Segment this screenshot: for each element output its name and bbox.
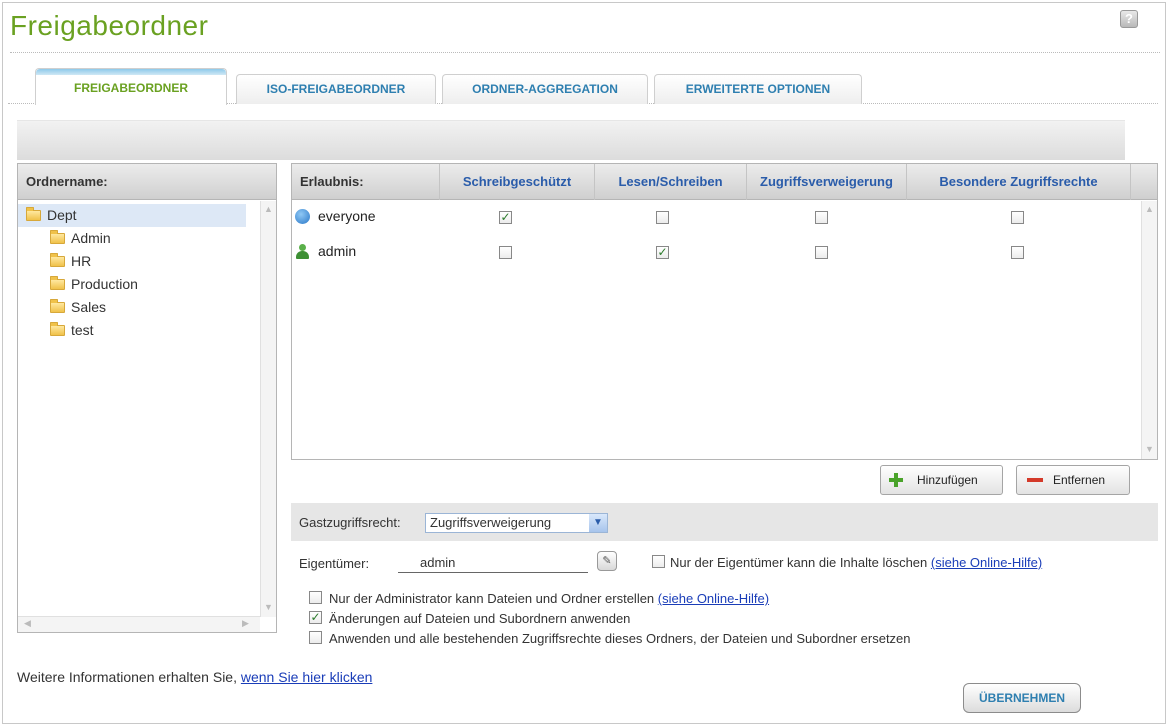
tree-item-sales[interactable]: Sales <box>18 296 276 319</box>
online-help-link[interactable]: (siehe Online-Hilfe) <box>931 555 1042 570</box>
scroll-left-icon[interactable]: ◀ <box>22 618 33 630</box>
permissions-vertical-scrollbar[interactable]: ▲ ▼ <box>1141 201 1157 459</box>
tree-item-label: Dept <box>47 207 77 223</box>
apply-to-subfolders-label: Änderungen auf Dateien und Subordnern an… <box>329 611 631 626</box>
tab-erweiterte-optionen[interactable]: ERWEITERTE OPTIONEN <box>654 74 862 104</box>
guest-access-row <box>291 503 1158 541</box>
folder-icon <box>50 276 65 290</box>
tree-item-admin[interactable]: Admin <box>18 227 276 250</box>
page-title: Freigabeordner <box>10 10 209 41</box>
permission-row-everyone: everyone ✓ <box>292 201 1132 235</box>
more-info-label: Weitere Informationen erhalten Sie, <box>17 669 237 685</box>
folder-vertical-scrollbar[interactable]: ▲ ▼ <box>260 201 276 617</box>
folder-icon <box>50 230 65 244</box>
title-divider <box>10 52 1160 53</box>
help-icon[interactable]: ? <box>1120 10 1138 28</box>
scroll-right-icon[interactable]: ▶ <box>240 618 251 630</box>
add-button-label: Hinzufügen <box>917 473 978 487</box>
replace-permissions-label: Anwenden und alle bestehenden Zugriffsre… <box>329 631 911 646</box>
permissions-header: Erlaubnis: Schreibgeschützt Lesen/Schrei… <box>292 164 1157 200</box>
only-owner-delete-text: Nur der Eigentümer kann die Inhalte lösc… <box>670 555 1042 570</box>
scroll-down-icon[interactable]: ▼ <box>1144 444 1155 456</box>
folder-icon <box>50 253 65 267</box>
permission-row-admin: admin ✓ <box>292 236 1132 270</box>
toolbar-band <box>17 120 1125 160</box>
folder-panel: Ordnername: Dept Admin HR Production Sal… <box>17 163 277 633</box>
scroll-up-icon[interactable]: ▲ <box>263 204 274 216</box>
remove-button[interactable]: Entfernen <box>1016 465 1130 495</box>
checkbox-everyone-deny[interactable] <box>815 211 828 224</box>
tree-item-production[interactable]: Production <box>18 273 276 296</box>
scroll-up-icon[interactable]: ▲ <box>1144 204 1155 216</box>
minus-icon <box>1027 478 1043 482</box>
folder-panel-header: Ordnername: <box>18 164 276 200</box>
only-owner-delete-label: Nur der Eigentümer kann die Inhalte lösc… <box>670 555 928 570</box>
tab-label: ERWEITERTE OPTIONEN <box>685 82 831 96</box>
tree-item-label: Admin <box>71 230 111 246</box>
folder-icon <box>50 322 65 336</box>
user-name: admin <box>318 243 357 259</box>
checkbox-admin-only-create[interactable] <box>309 591 322 604</box>
apply-button[interactable]: ÜBERNEHMEN <box>963 683 1081 713</box>
owner-value: admin <box>420 555 456 570</box>
tree-item-label: HR <box>71 253 92 269</box>
checkbox-admin-read-only[interactable] <box>499 246 512 259</box>
tree-item-test[interactable]: test <box>18 319 276 342</box>
tab-bar: FREIGABEORDNER ISO-FREIGABEORDNER ORDNER… <box>8 68 1158 105</box>
owner-label: Eigentümer: <box>299 556 370 571</box>
tab-freigabeordner[interactable]: FREIGABEORDNER <box>35 68 227 105</box>
folder-horizontal-scrollbar[interactable]: ◀ ▶ <box>18 616 260 632</box>
column-header-read-only: Schreibgeschützt <box>440 164 595 200</box>
checkbox-admin-deny[interactable] <box>815 246 828 259</box>
tree-item-label: test <box>71 322 94 338</box>
tab-label: ORDNER-AGGREGATION <box>472 82 618 96</box>
scroll-down-icon[interactable]: ▼ <box>263 602 274 614</box>
more-info-link[interactable]: wenn Sie hier klicken <box>241 669 373 685</box>
remove-button-label: Entfernen <box>1053 473 1106 487</box>
checkbox-apply-to-subfolders[interactable]: ✓ <box>309 611 322 624</box>
checkbox-everyone-special[interactable] <box>1011 211 1024 224</box>
guest-access-value: Zugriffsverweigerung <box>430 515 552 530</box>
add-button[interactable]: Hinzufügen <box>880 465 1003 495</box>
checkbox-everyone-read-only[interactable]: ✓ <box>499 211 512 224</box>
owner-field[interactable]: admin <box>398 553 588 573</box>
column-header-permission: Erlaubnis: <box>292 164 440 200</box>
group-icon <box>295 209 310 224</box>
guest-access-label: Gastzugriffsrecht: <box>299 515 401 530</box>
column-header-read-write: Lesen/Schreiben <box>595 164 747 200</box>
column-header-deny-access: Zugriffsverweigerung <box>747 164 907 200</box>
tab-iso-freigabeordner[interactable]: ISO-FREIGABEORDNER <box>236 74 436 104</box>
online-help-link[interactable]: (siehe Online-Hilfe) <box>658 591 769 606</box>
admin-only-create-label: Nur der Administrator kann Dateien und O… <box>329 591 655 606</box>
tree-item-label: Sales <box>71 299 107 315</box>
edit-icon[interactable]: ✎ <box>597 551 617 571</box>
checkbox-replace-permissions[interactable] <box>309 631 322 644</box>
admin-only-create-text: Nur der Administrator kann Dateien und O… <box>329 591 769 606</box>
folder-open-icon <box>26 207 41 221</box>
permissions-table: Erlaubnis: Schreibgeschützt Lesen/Schrei… <box>291 163 1158 460</box>
tab-label: ISO-FREIGABEORDNER <box>266 82 406 96</box>
tree-item-label: Production <box>71 276 138 292</box>
checkbox-only-owner-delete[interactable] <box>652 555 665 568</box>
chevron-down-icon[interactable]: ▼ <box>589 514 607 532</box>
folder-icon <box>50 299 65 313</box>
checkbox-admin-read-write[interactable]: ✓ <box>656 246 669 259</box>
column-header-special-rights: Besondere Zugriffsrechte <box>907 164 1131 200</box>
user-icon <box>295 244 310 259</box>
folder-tree: Dept Admin HR Production Sales test <box>18 200 276 342</box>
tab-label: FREIGABEORDNER <box>73 81 188 95</box>
tab-ordner-aggregation[interactable]: ORDNER-AGGREGATION <box>442 74 648 104</box>
guest-access-select[interactable]: Zugriffsverweigerung ▼ <box>425 513 608 533</box>
tree-item-dept[interactable]: Dept <box>18 204 246 227</box>
more-info-text: Weitere Informationen erhalten Sie, wenn… <box>17 669 372 685</box>
checkbox-admin-special[interactable] <box>1011 246 1024 259</box>
tree-item-hr[interactable]: HR <box>18 250 276 273</box>
user-name: everyone <box>318 208 376 224</box>
plus-icon <box>889 473 903 487</box>
checkbox-everyone-read-write[interactable] <box>656 211 669 224</box>
